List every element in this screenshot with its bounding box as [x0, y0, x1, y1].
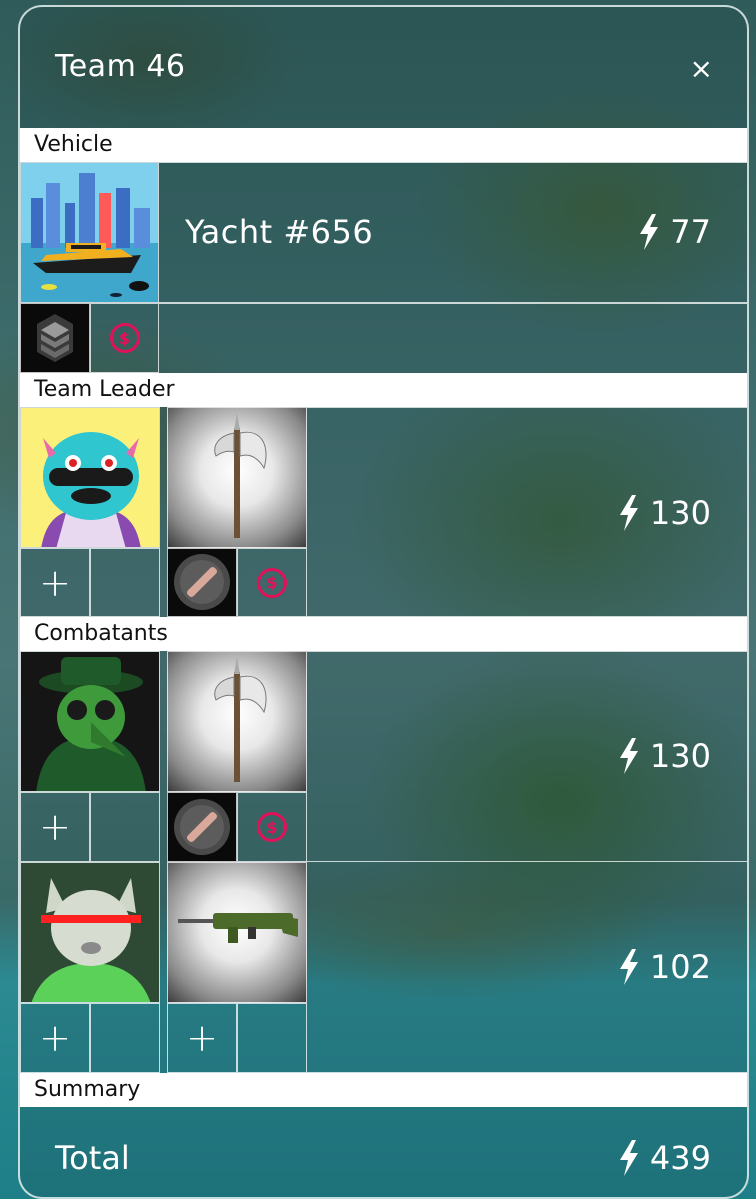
combatant-2-add-slot[interactable]: + — [20, 1003, 90, 1073]
combatant-1-empty-slot[interactable] — [90, 792, 160, 862]
yacht-image — [21, 163, 158, 302]
leader-currency-slot[interactable]: $ — [237, 548, 307, 617]
combatant-1-power-value: 130 — [649, 737, 711, 775]
blue-monster-avatar — [21, 408, 159, 547]
battle-axe-icon — [214, 413, 267, 538]
vehicle-upgrade-slot[interactable] — [20, 303, 90, 373]
combatant-1-power: 130 — [618, 737, 711, 775]
green-assault-rifle-icon — [178, 913, 298, 943]
panel-title: Team 46 — [55, 49, 186, 84]
summary-total-row: Total 439 — [20, 1109, 747, 1197]
combatant-2-power: 102 — [618, 948, 711, 986]
leader-weapon[interactable] — [167, 407, 307, 548]
dollar-coin-icon: $ — [109, 323, 140, 353]
lightning-icon — [619, 1140, 638, 1176]
vehicle-image[interactable] — [20, 162, 159, 303]
section-label-vehicle: Vehicle — [20, 128, 747, 162]
dollar-coin-icon: $ — [257, 567, 287, 598]
combatant-1-weapon-upgrade-slot[interactable] — [167, 792, 237, 862]
section-label-team-leader: Team Leader — [20, 373, 747, 407]
combatant-2-avatar[interactable] — [20, 862, 160, 1003]
combatant-2-weapon[interactable] — [167, 862, 307, 1003]
dollar-coin-icon: $ — [257, 812, 287, 842]
combatant-2-row[interactable]: 102 — [307, 862, 747, 1073]
combatant-2-weapon-add-slot[interactable]: + — [167, 1003, 237, 1073]
total-power-value: 439 — [649, 1139, 711, 1177]
team-panel: Team 46 × Vehicle Yacht #656 77 $ Team L… — [18, 5, 749, 1199]
lightning-icon — [619, 495, 638, 531]
total-power: 439 — [618, 1139, 711, 1177]
vehicle-power: 77 — [638, 213, 711, 251]
plus-icon: + — [39, 560, 71, 605]
combatant-1-add-slot[interactable]: + — [20, 792, 90, 862]
lightning-icon — [619, 738, 638, 774]
section-label-summary: Summary — [20, 1073, 747, 1107]
cat-laser-eyes-avatar — [21, 863, 159, 1002]
gear-badge-icon — [174, 799, 230, 855]
vehicle-row[interactable]: Yacht #656 77 — [159, 162, 747, 303]
leader-row[interactable]: 130 — [307, 407, 747, 617]
battle-axe-icon — [214, 657, 267, 782]
vehicle-currency-slot[interactable]: $ — [90, 303, 159, 373]
lightning-icon — [619, 949, 638, 985]
total-label: Total — [55, 1139, 130, 1177]
close-button[interactable]: × — [690, 52, 713, 85]
combatant-1-weapon[interactable] — [167, 651, 307, 792]
plus-icon: + — [186, 1016, 218, 1060]
lightning-icon — [640, 214, 659, 250]
panel-header: Team 46 × — [20, 7, 747, 129]
combatant-2-weapon-empty-slot[interactable] — [237, 1003, 307, 1073]
leader-power: 130 — [618, 494, 711, 532]
plus-icon: + — [39, 805, 71, 849]
leader-avatar[interactable] — [20, 407, 160, 548]
leader-weapon-upgrade-slot[interactable] — [167, 548, 237, 617]
combatant-2-power-value: 102 — [649, 948, 711, 986]
green-plague-doctor-avatar — [21, 652, 159, 791]
vehicle-name: Yacht #656 — [185, 213, 374, 251]
combatant-2-empty-slot[interactable] — [90, 1003, 160, 1073]
leader-empty-slot[interactable] — [90, 548, 160, 617]
combatant-1-avatar[interactable] — [20, 651, 160, 792]
section-label-combatants: Combatants — [20, 617, 747, 651]
stone-stack-icon — [37, 314, 73, 362]
vehicle-extra-row — [159, 303, 747, 373]
plus-icon: + — [39, 1016, 71, 1060]
combatant-1-currency-slot[interactable]: $ — [237, 792, 307, 862]
combatant-1-row[interactable]: 130 — [307, 651, 747, 862]
leader-add-slot[interactable]: + — [20, 548, 90, 617]
vehicle-power-value: 77 — [670, 213, 711, 251]
leader-power-value: 130 — [649, 494, 711, 532]
gear-badge-icon — [174, 554, 230, 610]
